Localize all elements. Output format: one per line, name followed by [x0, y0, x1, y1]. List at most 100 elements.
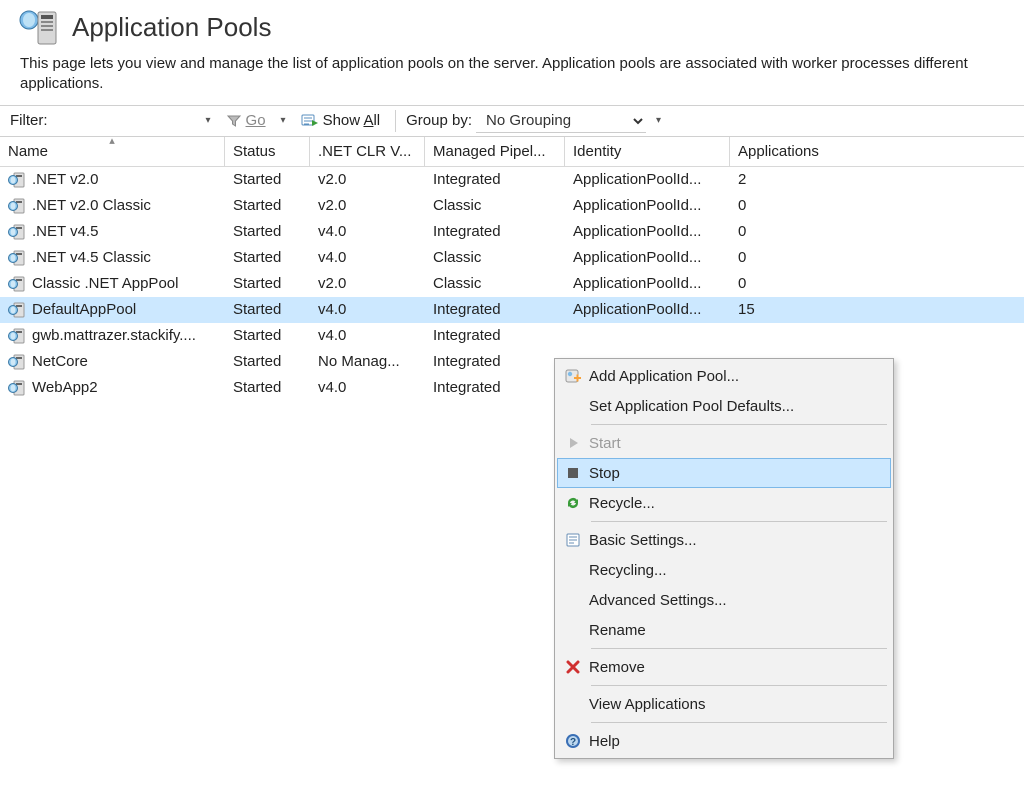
app-pool-row-icon: [8, 197, 26, 215]
cell-clr: v4.0: [310, 375, 425, 400]
menu-help[interactable]: ? Help: [557, 726, 891, 756]
cell-status: Started: [225, 297, 310, 322]
cell-name: .NET v2.0: [32, 171, 98, 188]
table-row[interactable]: DefaultAppPoolStartedv4.0IntegratedAppli…: [0, 297, 1024, 323]
app-pool-row-icon: [8, 379, 26, 397]
cell-name: WebApp2: [32, 379, 98, 396]
app-pool-row-icon: [8, 171, 26, 189]
cell-identity: ApplicationPoolId...: [565, 193, 730, 218]
menu-separator: [591, 722, 887, 723]
col-status[interactable]: Status: [225, 137, 310, 166]
cell-clr: v4.0: [310, 323, 425, 348]
menu-recycling[interactable]: Recycling...: [557, 555, 891, 585]
cell-clr: v4.0: [310, 219, 425, 244]
menu-start: Start: [557, 428, 891, 458]
cell-identity: [565, 332, 730, 340]
cell-status: Started: [225, 271, 310, 296]
cell-apps: 2: [730, 167, 880, 192]
menu-separator: [591, 424, 887, 425]
cell-clr: v4.0: [310, 245, 425, 270]
page-description: This page lets you view and manage the l…: [0, 50, 1024, 105]
col-pipeline[interactable]: Managed Pipel...: [425, 137, 565, 166]
table-row[interactable]: .NET v2.0 ClassicStartedv2.0ClassicAppli…: [0, 193, 1024, 219]
sort-indicator-icon: ▴: [109, 137, 115, 147]
cell-clr: v2.0: [310, 271, 425, 296]
show-all-icon: [301, 113, 319, 129]
cell-clr: v2.0: [310, 193, 425, 218]
cell-pipeline: Classic: [425, 193, 565, 218]
filter-label: Filter:: [10, 112, 48, 129]
menu-separator: [591, 521, 887, 522]
cell-status: Started: [225, 245, 310, 270]
group-by-select[interactable]: No Grouping: [476, 109, 646, 133]
menu-stop[interactable]: Stop: [557, 458, 891, 488]
app-pool-icon: [18, 6, 60, 48]
cell-status: Started: [225, 193, 310, 218]
cell-apps: [730, 332, 880, 340]
cell-pipeline: Integrated: [425, 219, 565, 244]
settings-icon: [557, 532, 589, 548]
cell-status: Started: [225, 323, 310, 348]
cell-status: Started: [225, 219, 310, 244]
cell-pipeline: Integrated: [425, 349, 565, 374]
toolbar-separator: [395, 110, 396, 132]
cell-apps: 0: [730, 271, 880, 296]
cell-pipeline: Integrated: [425, 297, 565, 322]
table-row[interactable]: .NET v2.0Startedv2.0IntegratedApplicatio…: [0, 167, 1024, 193]
cell-name: DefaultAppPool: [32, 301, 136, 318]
cell-pipeline: Integrated: [425, 167, 565, 192]
svg-text:?: ?: [570, 737, 576, 748]
menu-rename[interactable]: Rename: [557, 615, 891, 645]
add-icon: [557, 367, 589, 385]
help-icon: ?: [557, 733, 589, 749]
app-pool-row-icon: [8, 353, 26, 371]
filter-input[interactable]: [56, 110, 196, 131]
table-row[interactable]: Classic .NET AppPool Startedv2.0ClassicAp…: [0, 271, 1024, 297]
remove-icon: [557, 660, 589, 674]
recycle-icon: [557, 495, 589, 511]
menu-view-applications[interactable]: View Applications: [557, 689, 891, 719]
cell-status: Started: [225, 167, 310, 192]
go-button[interactable]: Go: [221, 110, 271, 131]
cell-name: .NET v4.5 Classic: [32, 249, 151, 266]
col-identity[interactable]: Identity: [565, 137, 730, 166]
show-all-button[interactable]: Show All: [296, 110, 386, 131]
page-title: Application Pools: [72, 12, 271, 43]
go-dropdown-icon[interactable]: ▾: [275, 115, 292, 126]
menu-basic-settings[interactable]: Basic Settings...: [557, 525, 891, 555]
app-pool-row-icon: [8, 301, 26, 319]
table-row[interactable]: gwb.mattrazer.stackify.... Startedv4.0Int…: [0, 323, 1024, 349]
group-by-dropdown-icon[interactable]: ▾: [650, 115, 667, 126]
cell-pipeline: Integrated: [425, 323, 565, 348]
cell-apps: 0: [730, 193, 880, 218]
cell-clr: No Manag...: [310, 349, 425, 374]
app-pool-row-icon: [8, 327, 26, 345]
cell-status: Started: [225, 349, 310, 374]
cell-identity: ApplicationPoolId...: [565, 245, 730, 270]
cell-identity: ApplicationPoolId...: [565, 271, 730, 296]
menu-advanced-settings[interactable]: Advanced Settings...: [557, 585, 891, 615]
app-pool-row-icon: [8, 249, 26, 267]
col-name[interactable]: Name▴: [0, 137, 225, 166]
cell-pipeline: Classic: [425, 271, 565, 296]
cell-name: Classic .NET AppPool: [32, 275, 178, 292]
menu-separator: [591, 648, 887, 649]
cell-identity: ApplicationPoolId...: [565, 219, 730, 244]
cell-apps: 15: [730, 297, 880, 322]
context-menu: Add Application Pool... Set Application …: [554, 358, 894, 759]
filter-dropdown-icon[interactable]: ▾: [200, 115, 217, 126]
stop-icon: [557, 467, 589, 479]
table-row[interactable]: .NET v4.5 Startedv4.0IntegratedApplicatio…: [0, 219, 1024, 245]
menu-recycle[interactable]: Recycle...: [557, 488, 891, 518]
menu-set-defaults[interactable]: Set Application Pool Defaults...: [557, 391, 891, 421]
cell-status: Started: [225, 375, 310, 400]
col-applications[interactable]: Applications: [730, 137, 880, 166]
col-clr-version[interactable]: .NET CLR V...: [310, 137, 425, 166]
cell-identity: ApplicationPoolId...: [565, 297, 730, 322]
table-row[interactable]: .NET v4.5 ClassicStartedv4.0ClassicAppli…: [0, 245, 1024, 271]
page-header: Application Pools: [0, 0, 1024, 50]
menu-remove[interactable]: Remove: [557, 652, 891, 682]
cell-name: .NET v4.5: [32, 223, 98, 240]
cell-name: gwb.mattrazer.stackify....: [32, 327, 196, 344]
menu-add-app-pool[interactable]: Add Application Pool...: [557, 361, 891, 391]
